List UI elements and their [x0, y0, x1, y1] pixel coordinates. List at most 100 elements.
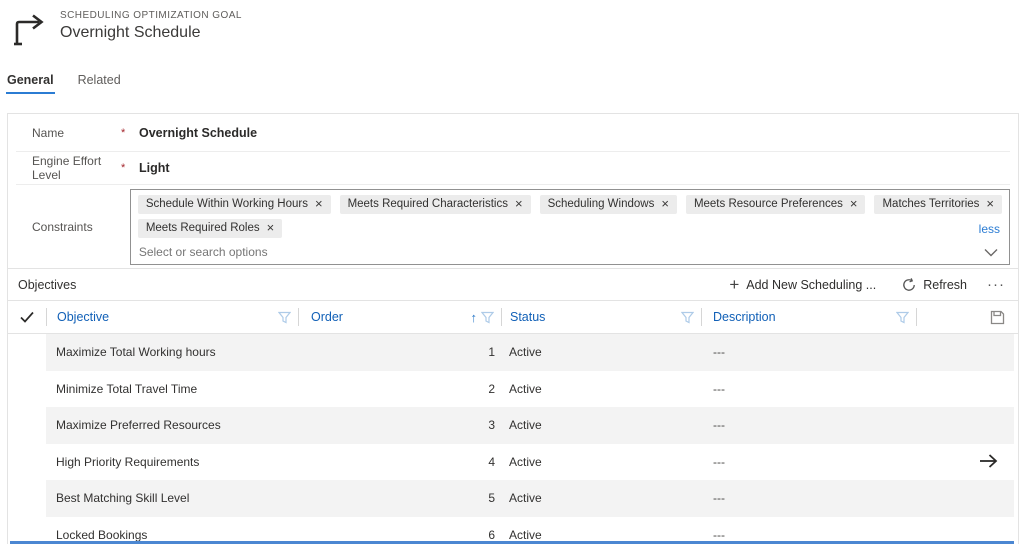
record-header: SCHEDULING OPTIMIZATION GOAL Overnight S…	[13, 10, 242, 50]
constraint-tag: Matches Territories ×	[874, 195, 1002, 214]
select-all-checkbox[interactable]	[8, 311, 46, 323]
scroll-right-arrow-icon[interactable]	[979, 453, 998, 469]
objectives-section-header: Objectives + Add New Scheduling ... Refr…	[8, 269, 1018, 301]
filter-icon[interactable]	[896, 311, 909, 324]
sort-ascending-icon: ↑	[471, 310, 478, 325]
constraint-tag: Meets Required Roles ×	[138, 219, 282, 238]
tab-related[interactable]: Related	[77, 70, 122, 94]
row-checkbox-gutter[interactable]	[8, 517, 46, 544]
constraint-tag-label: Meets Required Characteristics	[348, 198, 508, 210]
form-tabs: General Related	[6, 70, 122, 94]
refresh-label: Refresh	[923, 278, 967, 292]
constraint-tag: Schedule Within Working Hours ×	[138, 195, 331, 214]
constraint-tag-label: Schedule Within Working Hours	[146, 198, 308, 210]
filter-icon[interactable]	[481, 311, 494, 324]
refresh-button[interactable]: Refresh	[902, 278, 967, 292]
constraints-multiselect[interactable]: Schedule Within Working Hours × Meets Re…	[130, 189, 1010, 265]
cell-status: Active	[501, 345, 701, 359]
cell-status: Active	[501, 382, 701, 396]
constraint-tag: Meets Resource Preferences ×	[686, 195, 866, 214]
tab-general[interactable]: General	[6, 70, 55, 94]
row-checkbox-gutter[interactable]	[8, 444, 46, 481]
row-checkbox-gutter[interactable]	[8, 334, 46, 371]
cell-objective: Maximize Total Working hours	[46, 345, 298, 359]
column-header-objective[interactable]: Objective	[47, 301, 298, 333]
constraints-tag-row-1: Schedule Within Working Hours × Meets Re…	[138, 195, 1002, 214]
cell-objective: High Priority Requirements	[46, 455, 298, 469]
cell-objective: Minimize Total Travel Time	[46, 382, 298, 396]
column-header-description[interactable]: Description	[702, 301, 916, 333]
constraint-tag-label: Matches Territories	[882, 198, 979, 210]
cell-description: ---	[701, 491, 725, 505]
add-new-scheduling-label: Add New Scheduling ...	[746, 278, 876, 292]
cell-status: Active	[501, 491, 701, 505]
constraint-tag-label: Meets Required Roles	[146, 222, 260, 234]
table-row[interactable]: Maximize Total Working hours 1 Active --…	[8, 334, 1018, 371]
general-form-section: Name * Overnight Schedule Engine Effort …	[7, 113, 1019, 544]
optimization-goal-icon	[13, 14, 49, 50]
field-constraints: Constraints Schedule Within Working Hour…	[8, 185, 1018, 269]
table-row[interactable]: Locked Bookings 6 Active ---	[8, 517, 1018, 544]
column-label: Order	[311, 310, 343, 324]
cell-objective: Locked Bookings	[46, 528, 298, 542]
record-header-text: SCHEDULING OPTIMIZATION GOAL Overnight S…	[60, 10, 242, 50]
objectives-toolbar: + Add New Scheduling ... Refresh ···	[729, 276, 1005, 293]
filter-icon[interactable]	[278, 311, 291, 324]
table-row[interactable]: High Priority Requirements 4 Active ---	[8, 444, 1018, 481]
cell-order: 2	[298, 382, 501, 396]
cell-description: ---	[701, 345, 725, 359]
constraints-search-input[interactable]: Select or search options	[139, 245, 984, 259]
required-asterisk: *	[111, 162, 139, 174]
row-checkbox-gutter[interactable]	[8, 371, 46, 408]
engine-effort-level-value[interactable]: Light	[139, 161, 170, 175]
field-engine-effort-level: Engine Effort Level * Light	[16, 152, 1010, 185]
add-new-scheduling-button[interactable]: + Add New Scheduling ...	[729, 278, 876, 292]
cell-status: Active	[501, 418, 701, 432]
column-header-status[interactable]: Status	[502, 301, 701, 333]
table-row[interactable]: Minimize Total Travel Time 2 Active ---	[8, 371, 1018, 408]
cell-status: Active	[501, 528, 701, 542]
cell-objective: Best Matching Skill Level	[46, 491, 298, 505]
remove-tag-icon[interactable]: ×	[315, 199, 323, 209]
constraints-field-label: Constraints	[16, 220, 130, 234]
page-title: Overnight Schedule	[60, 24, 242, 42]
constraints-search-row: Select or search options	[138, 243, 1002, 261]
cell-description: ---	[701, 528, 725, 542]
cell-order: 1	[298, 345, 501, 359]
objectives-grid-header: Objective Order ↑	[8, 301, 1018, 334]
remove-tag-icon[interactable]: ×	[267, 223, 275, 233]
row-checkbox-gutter[interactable]	[8, 480, 46, 517]
required-asterisk: *	[111, 127, 139, 139]
refresh-icon	[902, 278, 916, 292]
constraint-tag-label: Meets Resource Preferences	[694, 198, 843, 210]
cell-objective: Maximize Preferred Resources	[46, 418, 298, 432]
plus-icon: +	[729, 278, 739, 292]
show-less-link[interactable]: less	[979, 222, 1002, 236]
constraints-tag-row-2: Meets Required Roles × less	[138, 219, 1002, 238]
remove-tag-icon[interactable]: ×	[986, 199, 994, 209]
column-label: Description	[713, 310, 776, 324]
column-header-order[interactable]: Order ↑	[299, 301, 501, 333]
filter-icon[interactable]	[681, 311, 694, 324]
row-checkbox-gutter[interactable]	[8, 407, 46, 444]
cell-order: 5	[298, 491, 501, 505]
cell-order: 4	[298, 455, 501, 469]
column-label: Status	[510, 310, 545, 324]
chevron-down-icon[interactable]	[984, 248, 998, 257]
field-name: Name * Overnight Schedule	[16, 114, 1010, 152]
entity-type-label: SCHEDULING OPTIMIZATION GOAL	[60, 10, 242, 21]
more-commands-button[interactable]: ···	[987, 276, 1005, 293]
table-row[interactable]: Best Matching Skill Level 5 Active ---	[8, 480, 1018, 517]
cell-order: 6	[298, 528, 501, 542]
remove-tag-icon[interactable]: ×	[515, 199, 523, 209]
constraint-tag: Meets Required Characteristics ×	[340, 195, 531, 214]
remove-tag-icon[interactable]: ×	[850, 199, 858, 209]
cell-description: ---	[701, 455, 725, 469]
save-icon[interactable]	[990, 310, 1005, 325]
constraint-tag-label: Scheduling Windows	[548, 198, 655, 210]
constraint-tag: Scheduling Windows ×	[540, 195, 677, 214]
table-row[interactable]: Maximize Preferred Resources 3 Active --…	[8, 407, 1018, 444]
remove-tag-icon[interactable]: ×	[661, 199, 669, 209]
objectives-grid-body: Maximize Total Working hours 1 Active --…	[8, 334, 1018, 544]
name-field-value[interactable]: Overnight Schedule	[139, 126, 257, 140]
